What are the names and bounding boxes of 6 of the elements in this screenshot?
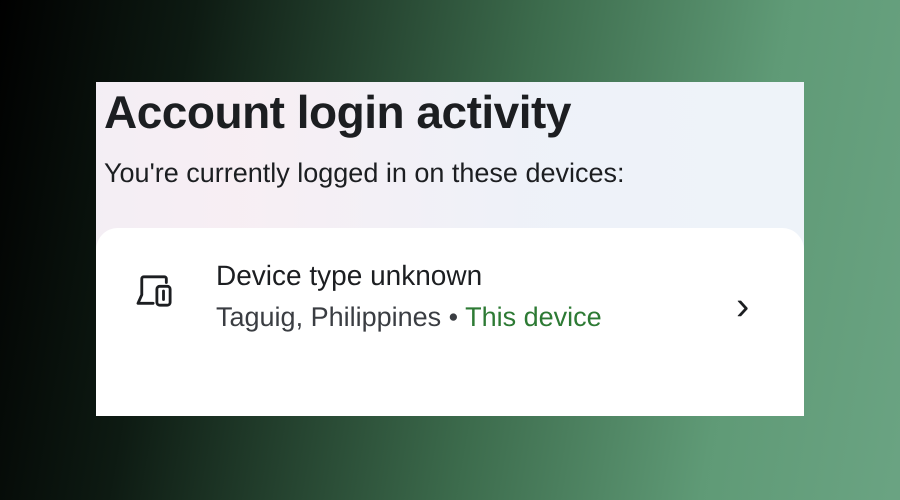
page-title: Account login activity	[104, 85, 572, 140]
devices-icon	[136, 274, 174, 308]
device-name: Device type unknown	[216, 259, 484, 293]
device-location: Taguig, Philippines • This device	[216, 301, 603, 334]
chevron-icon[interactable]: ›	[736, 286, 750, 326]
page-subtitle: You're currently logged in on these devices:	[104, 157, 626, 190]
